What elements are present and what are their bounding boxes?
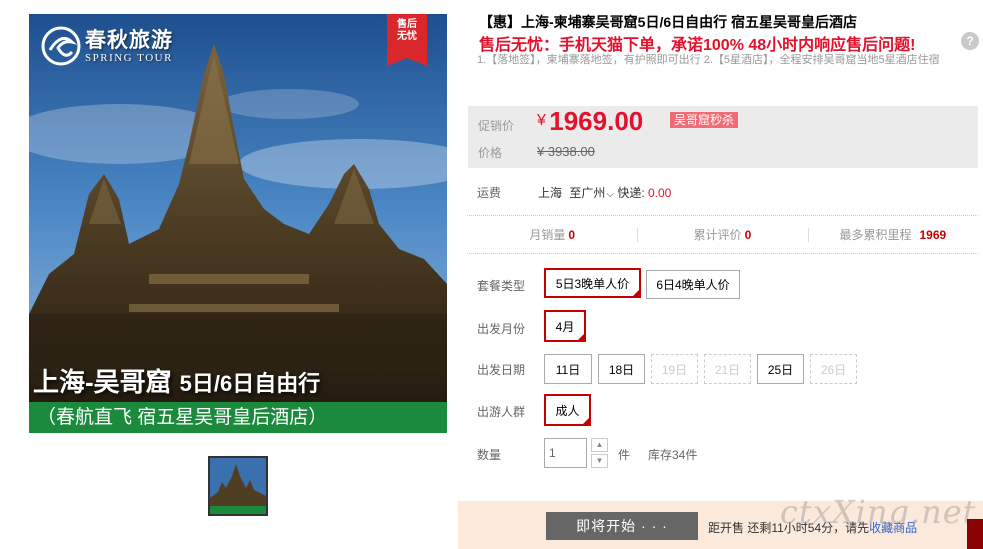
quantity-unit: 件 (618, 448, 631, 462)
original-price-value: ¥ 3938.00 (537, 144, 595, 159)
current-price: ¥ 1969.00 (537, 106, 643, 137)
date-option-21: 21日 (704, 354, 751, 384)
package-option-6d[interactable]: 6日4晚单人价 (646, 270, 740, 299)
shipping-label: 运费 (477, 186, 502, 200)
total-reviews[interactable]: 累计评价 0 (637, 226, 807, 243)
product-subtitle: 1.【落地签】，柬埔寨落地签，有护照即可出行 2.【5星酒店】，全程安排吴哥窟当… (477, 54, 940, 66)
quantity-increase-button[interactable]: ▲ (591, 438, 608, 452)
product-title: 【惠】上海-柬埔寨吴哥窟5日/6日自由行 宿五星吴哥皇后酒店 (479, 14, 858, 30)
shipping-destination-select[interactable]: 至广州⌵ (569, 186, 614, 200)
flash-sale-badge: 吴哥窟秒杀 (670, 112, 739, 128)
traveler-option-adult[interactable]: 成人 (544, 394, 591, 426)
spring-tour-logo: 春秋旅游 SPRING TOUR (41, 26, 173, 66)
brand-name-en: SPRING TOUR (85, 51, 173, 64)
spring-tour-logo-icon (41, 26, 81, 66)
package-option-6d-label: 6日4晚单人价 (656, 278, 730, 292)
shipping-from: 上海 (538, 186, 563, 200)
price-panel: 促销价 ¥ 1969.00 吴哥窟秒杀 价格 ¥ 3938.00 (468, 106, 978, 168)
quantity-decrease-button[interactable]: ▼ (591, 454, 608, 468)
date-option-26-label: 26日 (820, 362, 847, 377)
shipping-info: 上海 至广州⌵ 快递: 0.00 (538, 184, 671, 201)
photo-caption-sub: 5日/6日自由行 (179, 371, 321, 396)
month-option-april[interactable]: 4月 (544, 310, 586, 342)
coming-soon-button[interactable]: 即将开始 · · · (546, 512, 698, 540)
help-icon[interactable]: ? (961, 32, 979, 50)
chevron-down-icon: ⌵ (606, 189, 614, 200)
total-reviews-label: 累计评价 (693, 228, 742, 242)
quantity-input[interactable]: 1 (544, 438, 587, 468)
shipping-destination: 至广州 (569, 186, 606, 200)
photo-caption-main: 上海-吴哥窟 (33, 367, 172, 397)
traveler-option-adult-label: 成人 (555, 403, 580, 418)
date-option-11-label: 11日 (555, 362, 581, 377)
currency-symbol: ¥ (537, 112, 546, 129)
package-option-5d[interactable]: 5日3晚单人价 (544, 268, 641, 298)
monthly-sales-label: 月销量 (529, 228, 566, 242)
mileage-points: 最多累积里程 1969 (807, 226, 978, 243)
quantity-label: 数量 (477, 448, 502, 462)
caret-down-icon: ▼ (595, 456, 604, 465)
stock-count: 库存34件 (648, 448, 698, 462)
date-option-25[interactable]: 25日 (757, 354, 804, 384)
month-option-april-label: 4月 (555, 319, 575, 334)
promo-price-label: 促销价 (478, 119, 515, 133)
date-option-21-label: 21日 (714, 362, 741, 377)
ribbon-line-1: 售后 (397, 19, 417, 30)
mileage-points-label: 最多累积里程 (839, 228, 912, 242)
original-price-label: 价格 (478, 146, 503, 160)
departure-month-label: 出发月份 (477, 322, 526, 336)
monthly-sales-value: 0 (568, 228, 576, 242)
gallery-thumbnail[interactable] (208, 456, 268, 516)
date-option-18[interactable]: 18日 (598, 354, 645, 384)
monthly-sales: 月销量 0 (467, 226, 637, 243)
ribbon-line-2: 无忧 (397, 31, 417, 42)
thumbnail-image (210, 458, 266, 514)
mileage-points-value: 1969 (919, 228, 947, 242)
photo-caption-band: （春航直飞 宿五星吴哥皇后酒店） (29, 402, 447, 433)
main-product-image[interactable]: 春秋旅游 SPRING TOUR 售后 无忧 上海-吴哥窟 5日/6日自由行 （春… (29, 14, 447, 433)
shipping-method: 快递: (617, 186, 645, 200)
brand-name-cn: 春秋旅游 (85, 26, 173, 52)
date-option-19-label: 19日 (661, 362, 688, 377)
package-type-label: 套餐类型 (477, 279, 526, 293)
site-watermark: ctxXing.net (780, 493, 977, 531)
photo-caption-title: 上海-吴哥窟 5日/6日自由行 (29, 362, 447, 402)
date-option-18-label: 18日 (608, 362, 635, 377)
package-option-5d-label: 5日3晚单人价 (555, 276, 630, 291)
original-price: ¥ 3938.00 (537, 144, 595, 159)
shipping-fee: 0.00 (648, 186, 672, 200)
after-sales-ribbon: 售后 无忧 (387, 14, 427, 66)
traveler-group-label: 出游人群 (477, 405, 526, 419)
date-option-26: 26日 (810, 354, 857, 384)
date-option-11[interactable]: 11日 (544, 354, 592, 384)
date-option-19: 19日 (651, 354, 698, 384)
total-reviews-value: 0 (744, 228, 752, 242)
caret-up-icon: ▲ (595, 440, 604, 449)
corner-decoration (967, 519, 983, 549)
current-price-amount: 1969.00 (549, 106, 644, 136)
departure-date-label: 出发日期 (477, 363, 526, 377)
date-option-25-label: 25日 (767, 362, 794, 377)
sales-stats: 月销量 0 累计评价 0 最多累积里程 1969 (467, 215, 978, 254)
